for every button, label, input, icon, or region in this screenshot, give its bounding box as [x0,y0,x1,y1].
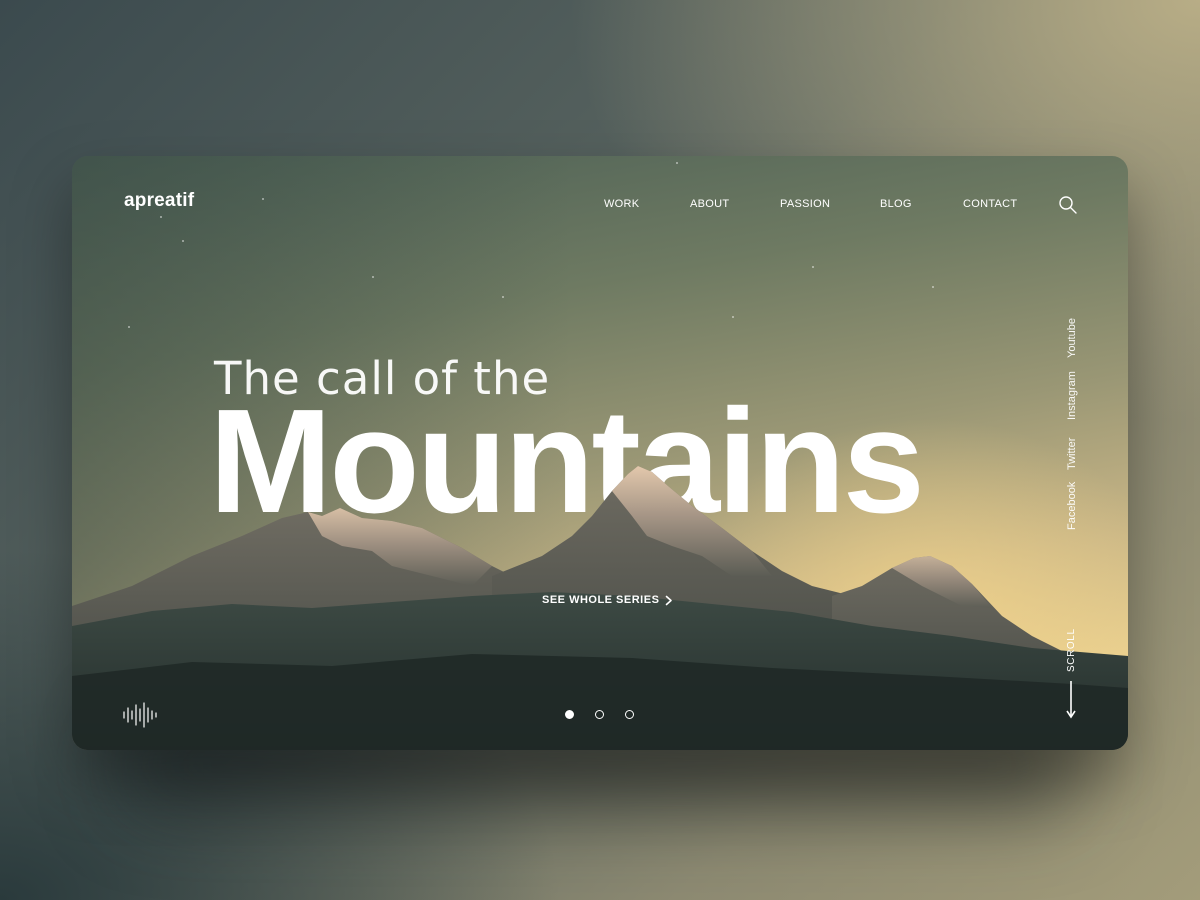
arrow-down-icon[interactable] [1065,680,1077,720]
see-whole-series-link[interactable]: SEE WHOLE SERIES [542,594,673,606]
chevron-right-icon [666,595,673,605]
hero-card: apreatif WORK ABOUT PASSION BLOG CONTACT… [72,156,1128,750]
social-link-youtube[interactable]: Youtube [1066,318,1078,358]
slider-pagination [565,710,634,719]
slider-dot-2[interactable] [595,710,604,719]
mountain-range [72,466,1128,750]
social-link-twitter[interactable]: Twitter [1066,438,1078,470]
sound-wave-icon[interactable] [122,702,160,728]
social-link-facebook[interactable]: Facebook [1066,482,1078,530]
cta-label: SEE WHOLE SERIES [542,594,660,606]
social-link-instagram[interactable]: Instagram [1066,371,1078,420]
slider-dot-1[interactable] [565,710,574,719]
slider-dot-3[interactable] [625,710,634,719]
scroll-label: SCROLL [1066,628,1077,672]
